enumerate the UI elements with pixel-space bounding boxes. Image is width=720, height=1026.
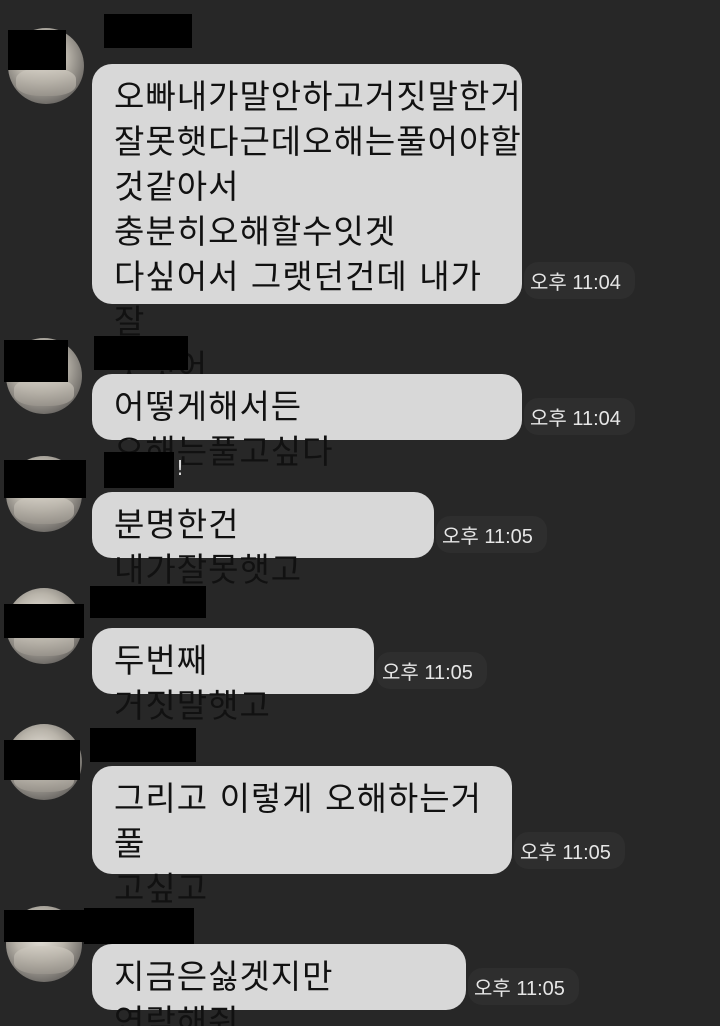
sender-name-redaction: [90, 728, 196, 762]
message-timestamp: 오후 11:04: [524, 398, 635, 435]
message-timestamp: 오후 11:05: [468, 968, 579, 1005]
message-bubble[interactable]: 오빠내가말안하고거짓말한거 잘못햇다근데오해는풀어야할 것같아서 충분히오해할수…: [92, 64, 522, 386]
message-bubble[interactable]: 그리고 이렇게 오해하는거 풀 고싶고: [92, 766, 512, 908]
message-bubble[interactable]: 어떻게해서든 오해는풀고싶다: [92, 374, 522, 471]
avatar-redaction: [4, 460, 86, 498]
sender-name-redaction: [104, 452, 174, 488]
message-timestamp: 오후 11:05: [514, 832, 625, 869]
message-bubble[interactable]: 두번째 거짓말햇고: [92, 628, 374, 725]
message-timestamp: 오후 11:04: [524, 262, 635, 299]
message-bubble[interactable]: 지금은싫겟지만 연락해줘: [92, 944, 466, 1026]
message-timestamp: 오후 11:05: [376, 652, 487, 689]
chat-window: 오빠내가말안하고거짓말한거 잘못햇다근데오해는풀어야할 것같아서 충분히오해할수…: [0, 0, 720, 1026]
sender-name-suffix: !: [176, 456, 185, 480]
avatar-redaction: [4, 910, 84, 942]
avatar-redaction: [4, 604, 84, 638]
message-bubble[interactable]: 분명한건 내가잘못햇고: [92, 492, 434, 589]
sender-name-redaction: [84, 908, 194, 944]
avatar-redaction: [4, 740, 80, 780]
sender-name-redaction: [90, 586, 206, 618]
message-timestamp: 오후 11:05: [436, 516, 547, 553]
sender-name-redaction: [94, 336, 188, 370]
sender-name-redaction: [104, 14, 192, 48]
avatar-redaction: [8, 30, 66, 70]
avatar-redaction: [4, 340, 68, 382]
